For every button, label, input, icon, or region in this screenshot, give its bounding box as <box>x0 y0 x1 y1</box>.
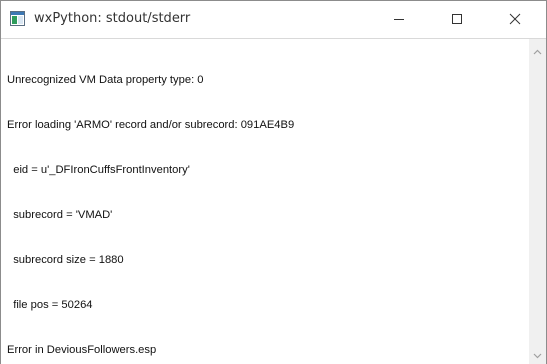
log-output[interactable]: Unrecognized VM Data property type: 0 Er… <box>7 43 512 361</box>
stdout-window: wxPython: stdout/stderr Unrecognized VM … <box>0 0 547 364</box>
log-line: Error in DeviousFollowers.esp <box>7 344 157 356</box>
vertical-scrollbar[interactable] <box>529 39 546 364</box>
app-window-icon <box>10 11 25 26</box>
minimize-button[interactable] <box>376 1 422 37</box>
chevron-down-icon <box>533 344 542 363</box>
log-line: file pos = 50264 <box>7 299 93 311</box>
log-line: subrecord size = 1880 <box>7 254 124 266</box>
chevron-up-icon <box>533 40 542 59</box>
log-line: Error loading 'ARMO' record and/or subre… <box>7 119 295 131</box>
scroll-track[interactable] <box>529 58 546 345</box>
close-button[interactable] <box>492 1 538 37</box>
title-bar[interactable]: wxPython: stdout/stderr <box>1 1 546 37</box>
scroll-down-button[interactable] <box>529 345 546 362</box>
scroll-up-button[interactable] <box>529 41 546 58</box>
log-line: Unrecognized VM Data property type: 0 <box>7 74 204 86</box>
log-line: subrecord = 'VMAD' <box>7 209 113 221</box>
output-text-area[interactable]: Unrecognized VM Data property type: 0 Er… <box>1 38 546 364</box>
minimize-icon <box>393 10 405 29</box>
maximize-icon <box>451 10 463 29</box>
close-icon <box>509 10 521 29</box>
log-line: eid = u'_DFIronCuffsFrontInventory' <box>7 164 190 176</box>
window-title: wxPython: stdout/stderr <box>34 11 191 26</box>
maximize-button[interactable] <box>434 1 480 37</box>
